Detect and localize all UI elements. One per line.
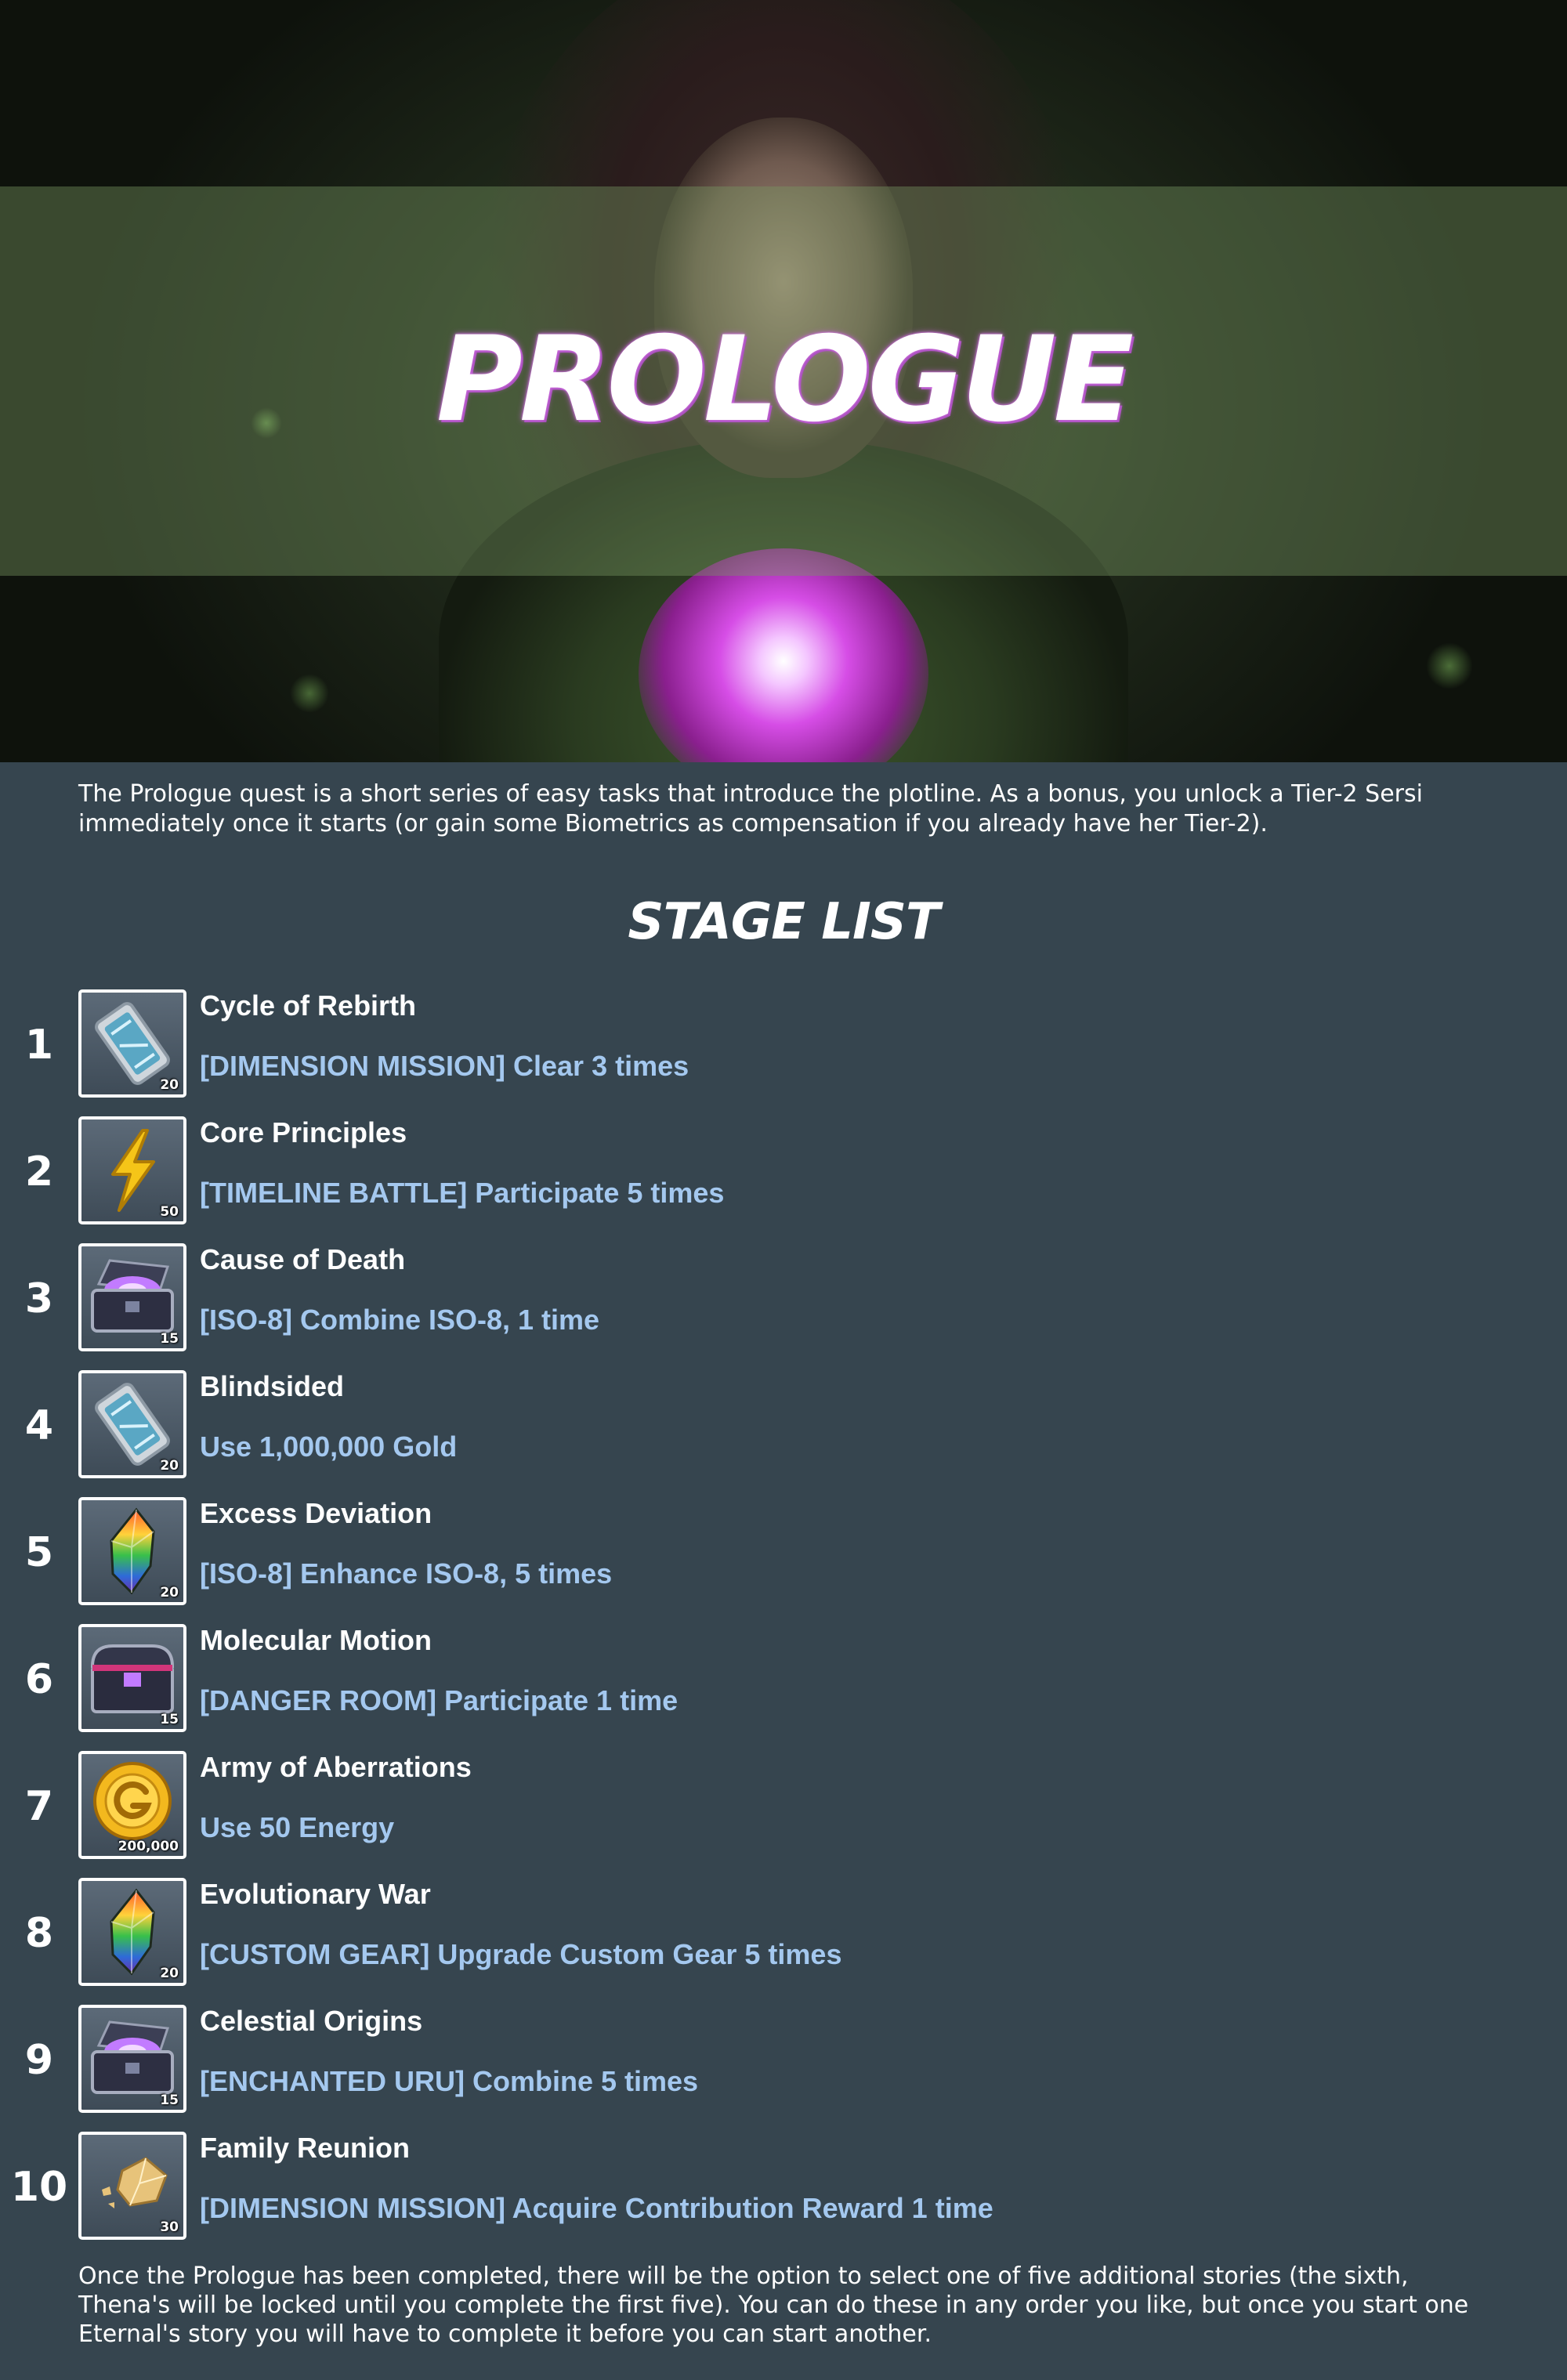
reward-icon: 50 [78,1116,186,1224]
reward-icon: 15 [78,1624,186,1732]
stage-row: 10 30 Family Reunion [DIMENSION MISSION]… [0,2128,1567,2255]
stage-number: 10 [10,2164,68,2211]
reward-count: 20 [160,1966,179,1981]
stage-row: 9 15 Celestial Origins [ENCHANTED URU] C… [0,2001,1567,2128]
stage-number: 6 [24,1656,54,1703]
stage-number: 5 [24,1529,54,1576]
stage-task: [TIMELINE BATTLE] Participate 5 times [200,1177,725,1209]
reward-icon: 30 [78,2132,186,2240]
reward-icon: 20 [78,1370,186,1478]
stage-number: 7 [24,1783,54,1830]
spark [1426,642,1473,689]
stage-row: 7 200,000 Army of Aberrations Use 50 Ene… [0,1747,1567,1874]
stage-task: [DIMENSION MISSION] Clear 3 times [200,1050,689,1082]
spark [290,674,329,713]
stage-task: [ISO-8] Combine ISO-8, 1 time [200,1304,600,1336]
reward-count: 50 [160,1204,179,1220]
stage-number: 3 [24,1275,54,1322]
reward-count: 15 [160,2092,179,2108]
stage-task: [ISO-8] Enhance ISO-8, 5 times [200,1557,613,1590]
intro-text: The Prologue quest is a short series of … [78,780,1423,837]
reward-count: 30 [160,2219,179,2235]
stage-name: Army of Aberrations [200,1751,472,1783]
reward-count: 20 [160,1585,179,1601]
stage-name: Blindsided [200,1370,345,1402]
reward-icon: 200,000 [78,1751,186,1859]
reward-count: 15 [160,1331,179,1347]
stage-number: 2 [24,1148,54,1195]
stage-number: 4 [24,1402,54,1449]
hero-banner: PROLOGUE [0,0,1567,762]
stage-number: 8 [24,1910,54,1957]
reward-count: 200,000 [118,1839,179,1854]
stage-number: 9 [24,2037,54,2084]
reward-count: 20 [160,1458,179,1474]
reward-icon: 20 [78,1878,186,1986]
reward-icon: 20 [78,989,186,1098]
stage-task: Use 50 Energy [200,1811,395,1843]
stage-task: [DANGER ROOM] Participate 1 time [200,1684,679,1716]
stage-task: [DIMENSION MISSION] Acquire Contribution… [200,2192,993,2224]
stage-task: [CUSTOM GEAR] Upgrade Custom Gear 5 time… [200,1938,842,1970]
stage-task: Use 1,000,000 Gold [200,1431,458,1463]
reward-count: 20 [160,1077,179,1093]
stage-name: Evolutionary War [200,1878,431,1910]
reward-icon: 15 [78,1243,186,1351]
stage-number: 1 [24,1022,54,1069]
page-title: PROLOGUE [436,312,1134,448]
stage-row: 5 20 Excess Deviation [ISO-8] Enhance IS… [0,1493,1567,1620]
stage-row: 3 15 Cause of Death [ISO-8] Combine ISO-… [0,1239,1567,1366]
stage-name: Excess Deviation [200,1497,432,1529]
reward-icon: 15 [78,2005,186,2113]
stage-name: Celestial Origins [200,2005,423,2037]
stage-row: 8 20 Evolutionary War [CUSTOM GEAR] Upgr… [0,1874,1567,2001]
stage-task: [ENCHANTED URU] Combine 5 times [200,2065,699,2097]
stage-name: Cycle of Rebirth [200,989,417,1022]
stage-name: Family Reunion [200,2132,411,2164]
stage-row: 6 15 Molecular Motion [DANGER ROOM] Part… [0,1620,1567,1747]
reward-icon: 20 [78,1497,186,1605]
stage-row: 2 50 Core Principles [TIMELINE BATTLE] P… [0,1112,1567,1239]
stage-row: 1 20 Cycle of Rebirth [DIMENSION MISSION… [0,986,1567,1112]
reward-count: 15 [160,1712,179,1727]
stage-list-heading: STAGE LIST [628,893,939,951]
stage-row: 4 20 Blindsided Use 1,000,000 Gold [0,1366,1567,1493]
outro-text: Once the Prologue has been completed, th… [78,2262,1469,2348]
stage-name: Cause of Death [200,1243,406,1275]
stage-name: Molecular Motion [200,1624,432,1656]
stage-name: Core Principles [200,1116,407,1148]
